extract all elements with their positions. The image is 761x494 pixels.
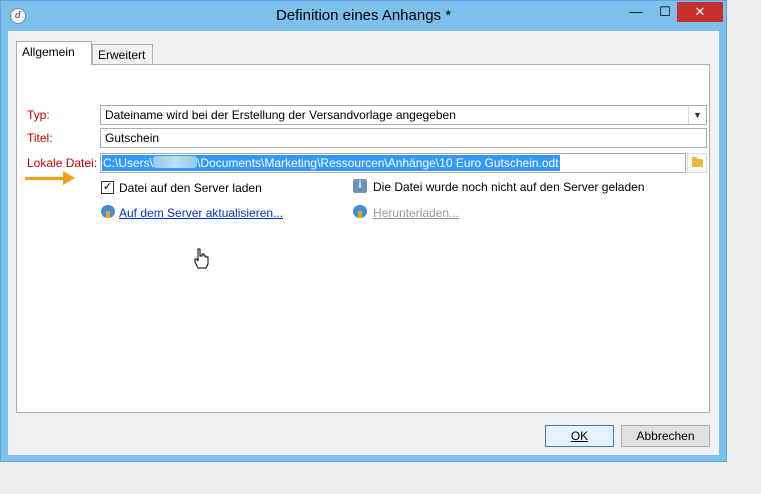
title-bar[interactable]: d Definition eines Anhangs * — ☐ ✕ xyxy=(1,1,726,31)
cloud-download-icon xyxy=(353,205,367,218)
file-path-selection: C:\Users\ \Documents\Marketing\Ressourcen… xyxy=(102,155,560,171)
tab-allgemein[interactable]: Allgemein xyxy=(16,41,92,65)
dialog-client-area: Allgemein Erweitert Typ: Dateiname wird … xyxy=(8,31,719,455)
lokale-datei-label: Lokale Datei: xyxy=(27,156,98,170)
callout-arrow-icon xyxy=(25,177,65,180)
redacted-username xyxy=(153,156,198,168)
browse-file-button[interactable] xyxy=(687,153,707,173)
titel-label: Titel: xyxy=(27,131,53,145)
upload-status-text: Die Datei wurde noch nicht auf den Serve… xyxy=(373,180,645,194)
file-path-suffix: \Documents\Marketing\Ressourcen\Anhänge\… xyxy=(197,156,559,170)
upload-checkbox-label[interactable]: Datei auf den Server laden xyxy=(119,181,262,195)
folder-icon xyxy=(692,157,703,167)
dialog-window: d Definition eines Anhangs * — ☐ ✕ Allge… xyxy=(0,0,727,462)
ok-button-label: OK xyxy=(570,429,589,443)
window-title: Definition eines Anhangs * xyxy=(275,7,452,24)
lokale-datei-input[interactable]: C:\Users\ \Documents\Marketing\Ressourcen… xyxy=(100,153,686,173)
download-link: Herunterladen... xyxy=(373,206,460,220)
typ-label: Typ: xyxy=(27,108,50,122)
upload-checkbox[interactable]: ✓ xyxy=(101,181,114,194)
cancel-button-label: Abbrechen xyxy=(636,429,695,443)
ok-button[interactable]: OK xyxy=(545,425,614,447)
info-icon: i xyxy=(353,179,367,193)
titel-input[interactable]: Gutschein xyxy=(100,128,707,148)
hand-cursor-icon xyxy=(194,248,209,269)
callout-arrow-head xyxy=(63,171,75,185)
update-on-server-link[interactable]: Auf dem Server aktualisieren... xyxy=(119,206,283,220)
minimize-button[interactable]: — xyxy=(622,2,650,22)
combo-chevron-icon[interactable]: ▼ xyxy=(688,106,706,124)
close-button[interactable]: ✕ xyxy=(677,2,723,22)
cancel-button[interactable]: Abbrechen xyxy=(621,425,710,447)
cloud-upload-icon[interactable] xyxy=(101,205,115,218)
maximize-button[interactable]: ☐ xyxy=(651,2,679,22)
typ-select-value: Dateiname wird bei der Erstellung der Ve… xyxy=(105,108,456,122)
tab-panel-general: Typ: Dateiname wird bei der Erstellung d… xyxy=(16,64,710,413)
file-path-prefix: C:\Users\ xyxy=(103,156,154,170)
typ-select[interactable]: Dateiname wird bei der Erstellung der Ve… xyxy=(100,105,707,125)
tab-erweitert[interactable]: Erweitert xyxy=(92,44,153,65)
